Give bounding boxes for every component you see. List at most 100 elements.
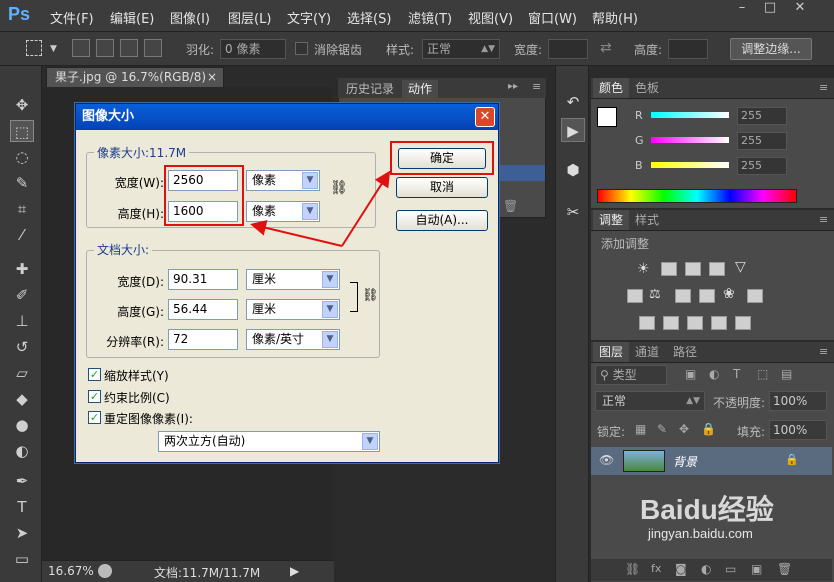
- rect-marquee-tool-icon[interactable]: ⬚: [10, 120, 34, 142]
- panel-menu-icon[interactable]: ≡: [532, 80, 541, 93]
- add-mask-icon[interactable]: ◙: [675, 562, 687, 576]
- channel-r-input[interactable]: 255: [737, 107, 787, 125]
- exposure-icon[interactable]: [709, 262, 725, 276]
- levels-icon[interactable]: [661, 262, 677, 276]
- minimize-button[interactable]: –: [728, 0, 756, 16]
- invert-icon[interactable]: [639, 316, 655, 330]
- info-icon[interactable]: [98, 564, 112, 578]
- marquee-tool-icon[interactable]: [26, 40, 42, 56]
- tab-styles[interactable]: 样式: [629, 210, 665, 230]
- new-adjustment-icon[interactable]: ◐: [701, 562, 711, 576]
- lock-transparent-icon[interactable]: ▦: [635, 422, 646, 436]
- panel-menu-icon[interactable]: ≡: [819, 213, 828, 226]
- new-selection-icon[interactable]: [72, 39, 90, 57]
- layer-name[interactable]: 背景: [673, 453, 697, 470]
- color-lookup-icon[interactable]: [747, 289, 763, 303]
- opacity-input[interactable]: 100%: [769, 391, 827, 411]
- channel-r-slider[interactable]: [651, 112, 729, 118]
- menu-type[interactable]: 文字(Y): [287, 8, 331, 27]
- history-brush-tool-icon[interactable]: ↺: [10, 336, 34, 358]
- tab-paths[interactable]: 路径: [667, 342, 703, 362]
- tools-preset-icon[interactable]: ✂: [561, 200, 585, 224]
- new-group-icon[interactable]: ▭: [725, 562, 736, 576]
- tab-color[interactable]: 颜色: [593, 78, 630, 98]
- trash-icon[interactable]: 🗑: [503, 199, 518, 213]
- actions-icon[interactable]: ▶: [561, 118, 585, 142]
- swap-icon[interactable]: ⇄: [600, 40, 612, 56]
- tab-channels[interactable]: 通道: [629, 342, 665, 362]
- paint-bucket-tool-icon[interactable]: ◆: [10, 388, 34, 410]
- panel-collapse-icon[interactable]: ▸▸: [508, 81, 518, 92]
- channel-mixer-icon[interactable]: ❀: [723, 286, 735, 302]
- tab-actions[interactable]: 动作: [402, 80, 439, 98]
- eyedropper-tool-icon[interactable]: ⁄: [10, 224, 34, 246]
- tab-adjustments[interactable]: 调整: [593, 210, 630, 230]
- crop-tool-icon[interactable]: ⌗: [10, 198, 34, 220]
- rectangle-tool-icon[interactable]: ▭: [10, 548, 34, 570]
- new-layer-icon[interactable]: ▣: [751, 562, 762, 576]
- menu-window[interactable]: 窗口(W): [528, 8, 577, 27]
- document-tab[interactable]: 果子.jpg @ 16.7%(RGB/8) ×: [46, 67, 224, 87]
- layer-row[interactable]: 👁 背景 🔒: [591, 447, 832, 475]
- filter-image-icon[interactable]: ▣: [685, 367, 696, 381]
- stamp-tool-icon[interactable]: ⊥: [10, 310, 34, 332]
- visibility-eye-icon[interactable]: 👁: [599, 453, 614, 467]
- tab-layers[interactable]: 图层: [593, 342, 630, 362]
- black-white-icon[interactable]: [675, 289, 691, 303]
- add-selection-icon[interactable]: [96, 39, 114, 57]
- zoom-level[interactable]: 16.67%: [48, 564, 94, 578]
- menu-filter[interactable]: 滤镜(T): [408, 8, 452, 27]
- tab-swatches[interactable]: 色板: [629, 78, 665, 98]
- brightness-icon[interactable]: ☀: [637, 261, 650, 277]
- fx-icon[interactable]: fx: [651, 562, 661, 575]
- gradient-map-icon[interactable]: [711, 316, 727, 330]
- blend-mode-select[interactable]: 正常 ▲▼: [595, 391, 705, 411]
- quick-select-tool-icon[interactable]: ✎: [10, 172, 34, 194]
- eraser-tool-icon[interactable]: ▱: [10, 362, 34, 384]
- selective-color-icon[interactable]: [735, 316, 751, 330]
- threshold-icon[interactable]: [687, 316, 703, 330]
- 3d-icon[interactable]: ⬢: [561, 158, 585, 182]
- menu-select[interactable]: 选择(S): [347, 8, 391, 27]
- refine-edge-button[interactable]: 调整边缘...: [730, 38, 812, 60]
- menu-edit[interactable]: 编辑(E): [110, 8, 154, 27]
- filter-smart-icon[interactable]: ▤: [781, 367, 792, 381]
- panel-menu-icon[interactable]: ≡: [819, 345, 828, 358]
- play-icon[interactable]: ▶: [290, 564, 299, 578]
- menu-file[interactable]: 文件(F): [50, 8, 94, 27]
- posterize-icon[interactable]: [663, 316, 679, 330]
- type-tool-icon[interactable]: T: [10, 496, 34, 518]
- hue-saturation-icon[interactable]: [627, 289, 643, 303]
- maximize-button[interactable]: □: [756, 0, 784, 16]
- dodge-tool-icon[interactable]: ◐: [10, 440, 34, 462]
- blur-tool-icon[interactable]: ●: [10, 414, 34, 436]
- move-tool-icon[interactable]: ✥: [10, 94, 34, 116]
- filter-shape-icon[interactable]: ⬚: [757, 367, 768, 381]
- menu-image[interactable]: 图像(I): [170, 8, 210, 27]
- chevron-down-icon[interactable]: ▼: [50, 44, 57, 54]
- curves-icon[interactable]: [685, 262, 701, 276]
- filter-type-icon[interactable]: T: [733, 367, 740, 381]
- filter-adjust-icon[interactable]: ◐: [709, 367, 719, 381]
- layer-filter-select[interactable]: ⚲ 类型: [595, 365, 667, 385]
- lock-position-icon[interactable]: ✥: [679, 422, 689, 436]
- delete-layer-icon[interactable]: 🗑: [777, 562, 792, 576]
- tab-history[interactable]: 历史记录: [340, 80, 400, 98]
- close-tab-icon[interactable]: ×: [207, 68, 217, 86]
- channel-g-input[interactable]: 255: [737, 132, 787, 150]
- fill-input[interactable]: 100%: [769, 420, 827, 440]
- channel-b-input[interactable]: 255: [737, 157, 787, 175]
- menu-layer[interactable]: 图层(L): [228, 8, 271, 27]
- menu-help[interactable]: 帮助(H): [592, 8, 638, 27]
- subtract-selection-icon[interactable]: [120, 39, 138, 57]
- history-icon[interactable]: ↶: [561, 90, 585, 114]
- lock-pixels-icon[interactable]: ✎: [657, 422, 667, 436]
- link-layers-icon[interactable]: ⛓: [625, 562, 640, 576]
- color-spectrum-bar[interactable]: [597, 189, 797, 203]
- path-select-tool-icon[interactable]: ➤: [10, 522, 34, 544]
- photo-filter-icon[interactable]: [699, 289, 715, 303]
- pen-tool-icon[interactable]: ✒: [10, 470, 34, 492]
- brush-tool-icon[interactable]: ✐: [10, 284, 34, 306]
- height-input[interactable]: [668, 39, 708, 59]
- close-window-button[interactable]: ✕: [786, 0, 814, 16]
